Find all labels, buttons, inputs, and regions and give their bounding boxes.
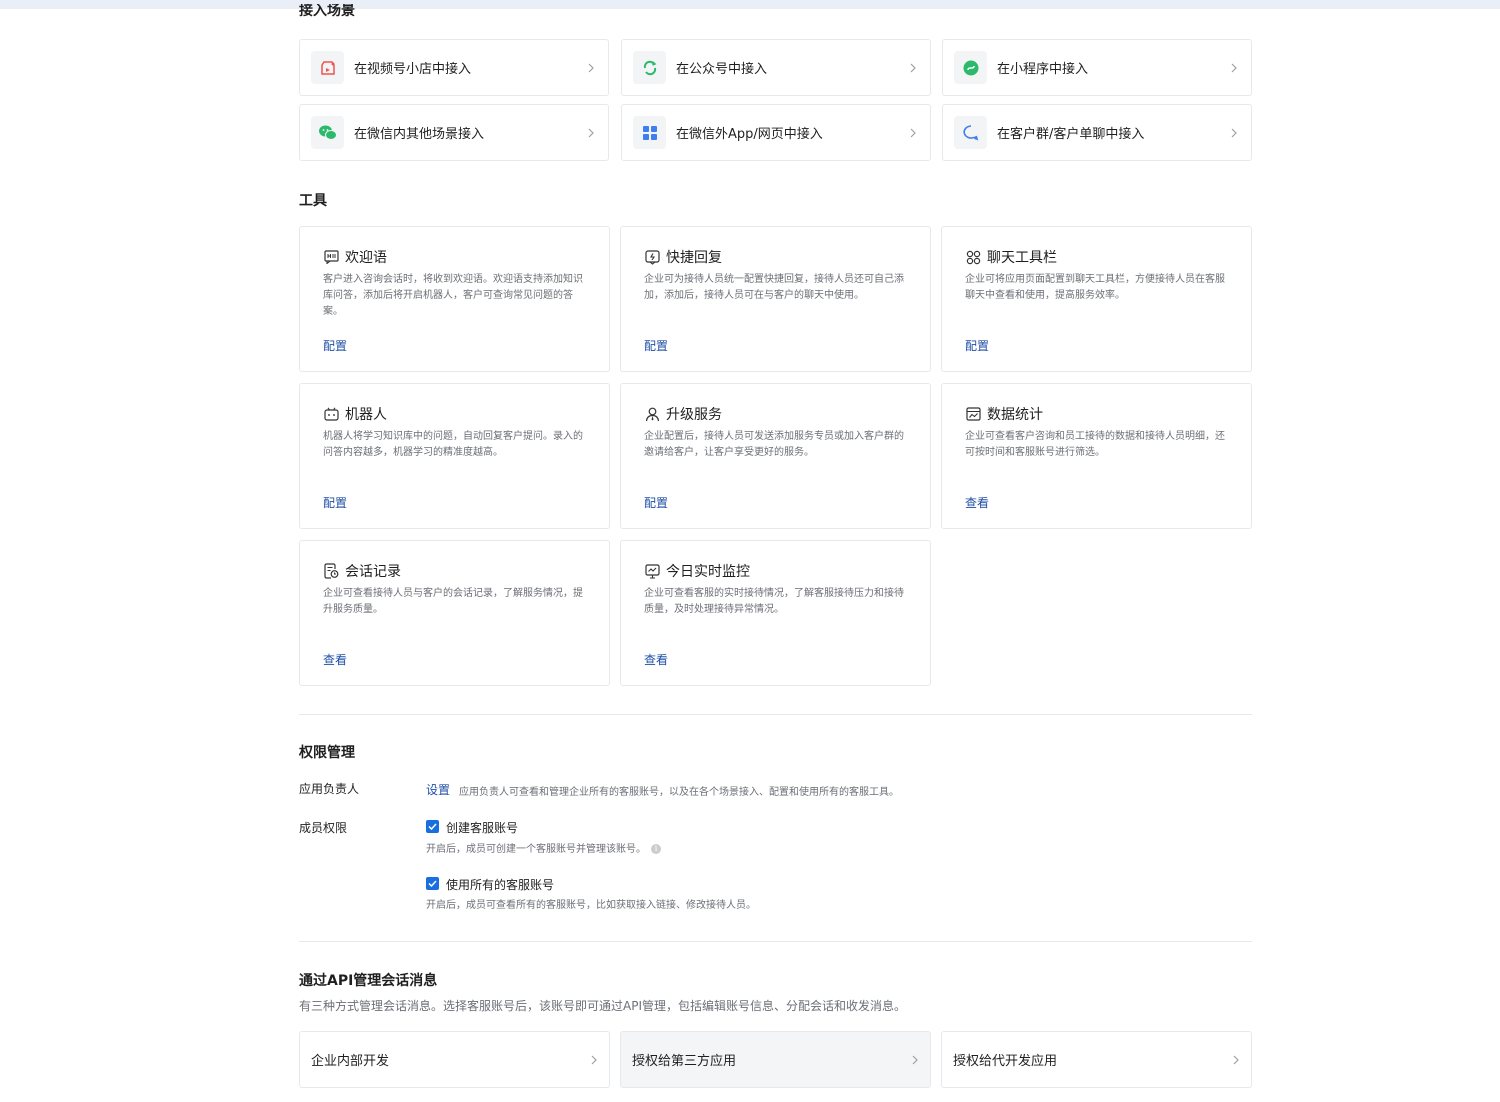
scene-entry-official-account[interactable]: 在公众号中接入 [621, 39, 931, 96]
tool-title: 今日实时监控 [666, 564, 750, 580]
shop-video-icon [311, 51, 344, 84]
app-grid-icon [633, 116, 666, 149]
scene-entry-app-web[interactable]: 在微信外App/网页中接入 [621, 104, 931, 161]
owner-settings-link[interactable]: 设置 [426, 781, 450, 798]
scene-entry-label: 在微信外App/网页中接入 [676, 127, 823, 142]
tool-title: 欢迎语 [345, 250, 387, 266]
tool-title: 会话记录 [345, 564, 401, 580]
create-account-checkbox[interactable] [426, 820, 439, 833]
quick-reply-icon [644, 249, 660, 265]
chevron-right-icon [591, 1050, 597, 1069]
tool-title: 快捷回复 [666, 250, 722, 266]
configure-link[interactable]: 配置 [323, 337, 347, 354]
create-account-description: 开启后，成员可创建一个客服账号并管理该账号。 i [426, 840, 661, 855]
section-divider [299, 714, 1252, 715]
create-account-description-text: 开启后，成员可创建一个客服账号并管理该账号。 [426, 844, 646, 855]
chevron-right-icon [586, 126, 596, 140]
tool-card-chat-toolbar: 聊天工具栏 企业可将应用页面配置到聊天工具栏，方便接待人员在客服聊天中查看和使用… [941, 226, 1252, 372]
use-all-accounts-label: 使用所有的客服账号 [446, 878, 555, 892]
scene-entry-label: 在微信内其他场景接入 [354, 127, 485, 142]
tool-card-session-record: 会话记录 企业可查看接待人员与客户的会话记录，了解服务情况，提升服务质量。 查看 [299, 540, 610, 686]
owner-description: 应用负责人可查看和管理企业所有的客服账号，以及在各个场景接入、配置和使用所有的客… [459, 787, 899, 798]
tool-title: 聊天工具栏 [987, 250, 1057, 266]
tool-description: 客户进入咨询会话时，将收到欢迎语。欢迎语支持添加知识库问答，添加后将开启机器人，… [323, 274, 583, 317]
tool-description: 企业可查看接待人员与客户的会话记录，了解服务情况，提升服务质量。 [323, 588, 583, 615]
scene-entry-mini-program[interactable]: 在小程序中接入 [942, 39, 1252, 96]
chat-bubble-icon [954, 116, 987, 149]
tool-title: 数据统计 [987, 407, 1043, 423]
section-divider [299, 941, 1252, 942]
api-description: 有三种方式管理会话消息。选择客服账号后，该账号即可通过API管理，包括编辑账号信… [299, 999, 906, 1013]
member-permission-label: 成员权限 [299, 821, 348, 835]
tool-card-realtime-monitor: 今日实时监控 企业可查看客服的实时接待情况，了解客服接待压力和接待质量，及时处理… [620, 540, 931, 686]
tool-description: 机器人将学习知识库中的问题，自动回复客户提问。录入的问答内容越多，机器学习的精准… [323, 431, 583, 458]
configure-link[interactable]: 配置 [965, 337, 989, 354]
tool-description: 企业可为接待人员统一配置快捷回复，接待人员还可自己添加，添加后，接待人员可在与客… [644, 274, 904, 301]
robot-icon [323, 406, 339, 422]
info-icon[interactable]: i [651, 844, 661, 854]
top-bar [0, 0, 1500, 9]
tool-card-welcome: 欢迎语 客户进入咨询会话时，将收到欢迎语。欢迎语支持添加知识库问答，添加后将开启… [299, 226, 610, 372]
configure-link[interactable]: 配置 [323, 494, 347, 511]
chevron-right-icon [908, 61, 918, 75]
api-option-third-party[interactable]: 授权给第三方应用 [620, 1031, 931, 1088]
tool-description: 企业可将应用页面配置到聊天工具栏，方便接待人员在客服聊天中查看和使用，提高服务效… [965, 274, 1225, 301]
use-all-accounts-checkbox[interactable] [426, 877, 439, 890]
view-link[interactable]: 查看 [965, 494, 989, 511]
tool-title: 机器人 [345, 407, 387, 423]
tool-card-robot: 机器人 机器人将学习知识库中的问题，自动回复客户提问。录入的问答内容越多，机器学… [299, 383, 610, 529]
welcome-message-icon [323, 249, 339, 265]
chevron-right-icon [908, 126, 918, 140]
chevron-right-icon [1229, 61, 1239, 75]
scenes-section-title: 接入场景 [299, 4, 355, 18]
scene-entry-wechat-other[interactable]: 在微信内其他场景接入 [299, 104, 609, 161]
api-option-internal-dev[interactable]: 企业内部开发 [299, 1031, 610, 1088]
session-record-icon [323, 563, 339, 579]
tool-card-quick-reply: 快捷回复 企业可为接待人员统一配置快捷回复，接待人员还可自己添加，添加后，接待人… [620, 226, 931, 372]
view-link[interactable]: 查看 [323, 651, 347, 668]
tool-description: 企业配置后，接待人员可发送添加服务专员或加入客户群的邀请给客户，让客户享受更好的… [644, 431, 904, 458]
api-option-label: 授权给代开发应用 [953, 1054, 1058, 1069]
tool-card-upgrade-service: 升级服务 企业配置后，接待人员可发送添加服务专员或加入客户群的邀请给客户，让客户… [620, 383, 931, 529]
api-option-label: 企业内部开发 [311, 1054, 390, 1069]
scene-entry-label: 在视频号小店中接入 [354, 62, 472, 77]
realtime-monitor-icon [644, 563, 660, 579]
configure-link[interactable]: 配置 [644, 337, 668, 354]
mini-program-icon [954, 51, 987, 84]
toolbar-icon [965, 249, 981, 265]
upgrade-service-icon [644, 406, 660, 422]
official-account-icon [633, 51, 666, 84]
scene-entry-label: 在公众号中接入 [676, 62, 768, 77]
chevron-right-icon [912, 1050, 918, 1069]
tool-description: 企业可查看客户咨询和员工接待的数据和接待人员明细，还可按时间和客服账号进行筛选。 [965, 431, 1225, 458]
configure-link[interactable]: 配置 [644, 494, 668, 511]
chevron-right-icon [1233, 1050, 1239, 1069]
view-link[interactable]: 查看 [644, 651, 668, 668]
api-section-title: 通过API管理会话消息 [299, 973, 438, 989]
use-all-accounts-description: 开启后，成员可查看所有的客服账号，比如获取接入链接、修改接待人员。 [426, 900, 756, 911]
scene-entry-label: 在小程序中接入 [997, 62, 1089, 77]
tool-description: 企业可查看客服的实时接待情况，了解客服接待压力和接待质量，及时处理接待异常情况。 [644, 588, 904, 615]
create-account-label: 创建客服账号 [446, 821, 519, 835]
chevron-right-icon [586, 61, 596, 75]
tool-card-data-stats: 数据统计 企业可查看客户咨询和员工接待的数据和接待人员明细，还可按时间和客服账号… [941, 383, 1252, 529]
tool-title: 升级服务 [666, 407, 722, 423]
permission-section-title: 权限管理 [299, 745, 355, 761]
chevron-right-icon [1229, 126, 1239, 140]
tools-section-title: 工具 [299, 193, 327, 209]
api-option-label: 授权给第三方应用 [632, 1054, 737, 1069]
data-stats-icon [965, 406, 981, 422]
scene-entry-video-shop[interactable]: 在视频号小店中接入 [299, 39, 609, 96]
api-option-custom-dev[interactable]: 授权给代开发应用 [941, 1031, 1252, 1088]
scene-entry-label: 在客户群/客户单聊中接入 [997, 127, 1145, 142]
scene-entry-customer-group[interactable]: 在客户群/客户单聊中接入 [942, 104, 1252, 161]
wechat-icon [311, 116, 344, 149]
app-owner-label: 应用负责人 [299, 782, 360, 796]
